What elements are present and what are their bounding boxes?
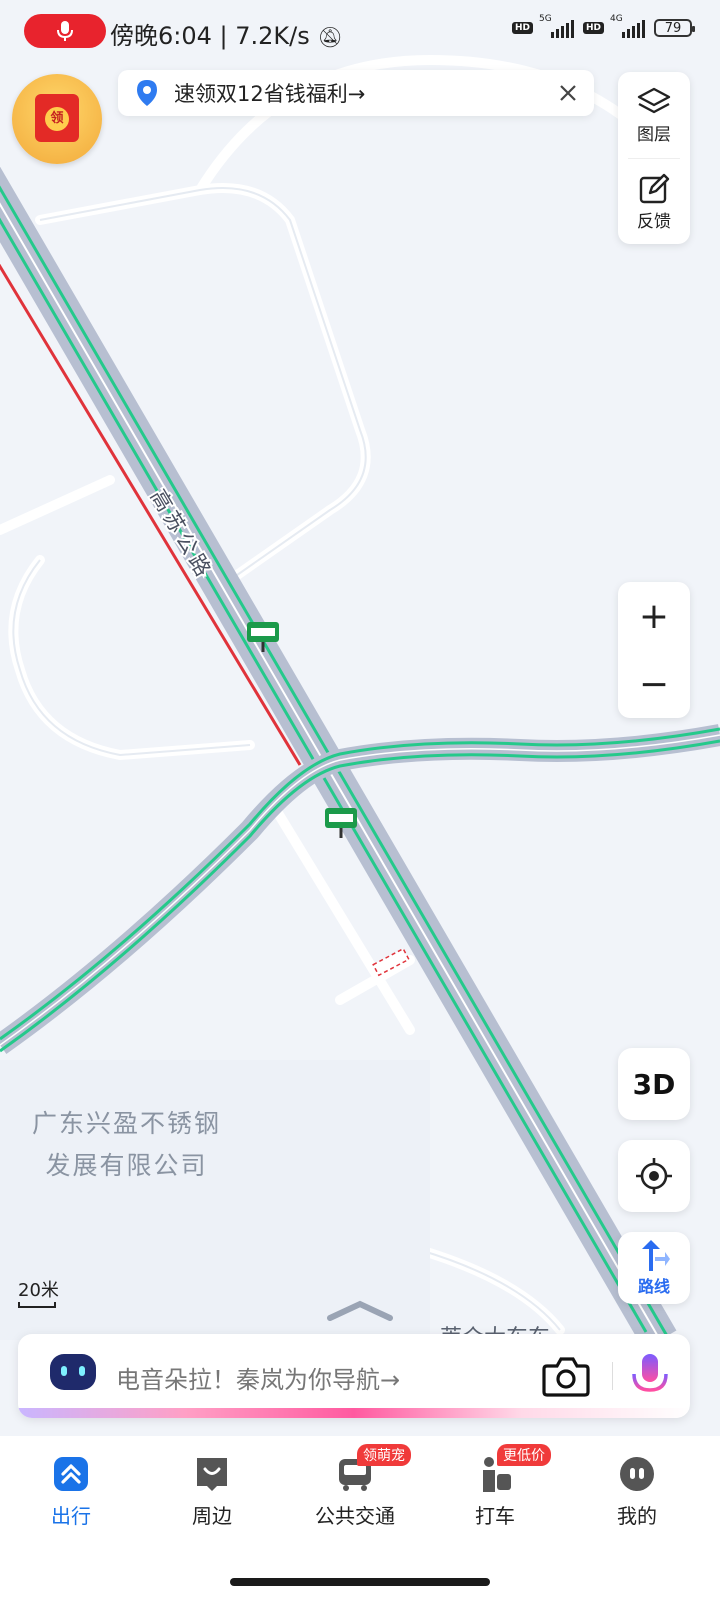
route-button[interactable]: 路线 bbox=[618, 1232, 690, 1304]
recording-pill[interactable] bbox=[24, 14, 106, 48]
poi-line-1: 广东兴盈不锈钢 bbox=[32, 1109, 222, 1138]
feedback-button[interactable]: 反馈 bbox=[618, 159, 690, 245]
poi-line-2: 发展有限公司 bbox=[45, 1151, 208, 1180]
tab-profile[interactable]: 我的 bbox=[582, 1454, 692, 1529]
layers-icon bbox=[637, 87, 671, 113]
status-bar: 傍晚6:04 | 7.2K/s 🔕︎ HD 5G HD 4G 79 bbox=[0, 0, 720, 62]
zoom-control: + − bbox=[618, 582, 690, 718]
tab-label: 我的 bbox=[617, 1504, 657, 1528]
close-icon[interactable] bbox=[548, 73, 588, 113]
tab-label: 打车 bbox=[475, 1504, 515, 1528]
envelope-badge-text: 领 bbox=[45, 107, 69, 131]
lower-price-badge: 更低价 bbox=[497, 1444, 551, 1466]
scale-label: 20米 bbox=[18, 1280, 59, 1301]
locate-crosshair-icon bbox=[636, 1158, 672, 1194]
tab-taxi[interactable]: 更低价 打车 bbox=[440, 1444, 551, 1529]
microphone-icon bbox=[57, 21, 73, 41]
bottom-tab-bar: 出行 周边 领萌宠 公共交通 更低价 打车 我的 bbox=[0, 1436, 720, 1600]
red-envelope-icon: 领 bbox=[35, 94, 79, 142]
home-indicator[interactable] bbox=[230, 1578, 490, 1586]
red-envelope-avatar[interactable]: 领 bbox=[12, 74, 102, 164]
feedback-label: 反馈 bbox=[637, 211, 671, 232]
travel-icon bbox=[54, 1457, 88, 1491]
status-time-speed: 傍晚6:04 | 7.2K/s 🔕︎ bbox=[110, 22, 343, 50]
status-icons: HD 5G HD 4G 79 bbox=[511, 14, 695, 38]
promo-banner[interactable]: 速领双12省钱福利→ bbox=[118, 70, 594, 116]
map-tools-panel: 图层 反馈 bbox=[618, 72, 690, 244]
tab-public-transport[interactable]: 领萌宠 公共交通 bbox=[300, 1444, 411, 1529]
battery-icon: 79 bbox=[654, 19, 695, 37]
route-arrow-icon bbox=[642, 1240, 670, 1271]
camera-icon[interactable] bbox=[542, 1354, 590, 1398]
edit-feedback-icon bbox=[639, 173, 670, 203]
promo-text: 速领双12省钱福利→ bbox=[174, 82, 366, 106]
tab-label: 周边 bbox=[192, 1504, 232, 1528]
layers-label: 图层 bbox=[637, 124, 671, 145]
assistant-robot-icon[interactable] bbox=[46, 1350, 100, 1396]
tab-nearby[interactable]: 周边 bbox=[157, 1454, 267, 1529]
poi-company-label[interactable]: 广东兴盈不锈钢 发展有限公司 bbox=[32, 1104, 221, 1182]
signal-4g-icon: 4G bbox=[610, 14, 648, 38]
clock: 傍晚6:04 bbox=[110, 22, 212, 50]
voice-mic-icon[interactable] bbox=[630, 1352, 670, 1400]
network-speed: 7.2K/s bbox=[235, 22, 310, 50]
mute-bell-icon: 🔕︎ bbox=[317, 25, 343, 49]
three-d-button[interactable]: 3D bbox=[618, 1048, 690, 1120]
hd-badge: HD bbox=[582, 22, 604, 34]
tab-label: 出行 bbox=[51, 1504, 91, 1528]
signal-5g-icon: 5G bbox=[539, 14, 577, 38]
scale-bar bbox=[18, 1302, 56, 1308]
zoom-in-button[interactable]: + bbox=[618, 582, 690, 650]
tab-travel[interactable]: 出行 bbox=[16, 1454, 126, 1529]
hd-badge: HD bbox=[511, 22, 533, 34]
locate-button[interactable] bbox=[618, 1140, 690, 1212]
tab-label: 公共交通 bbox=[315, 1504, 395, 1528]
zoom-out-button[interactable]: − bbox=[618, 650, 690, 718]
voice-search-bar[interactable]: 电音朵拉！秦岚为你导航→ bbox=[18, 1334, 690, 1418]
route-label: 路线 bbox=[637, 1277, 670, 1296]
location-pin-icon bbox=[137, 80, 157, 106]
pet-badge: 领萌宠 bbox=[357, 1444, 411, 1466]
search-placeholder: 电音朵拉！秦岚为你导航→ bbox=[116, 1366, 401, 1394]
profile-icon bbox=[620, 1457, 654, 1491]
layers-button[interactable]: 图层 bbox=[618, 72, 690, 158]
nearby-icon bbox=[197, 1458, 227, 1491]
